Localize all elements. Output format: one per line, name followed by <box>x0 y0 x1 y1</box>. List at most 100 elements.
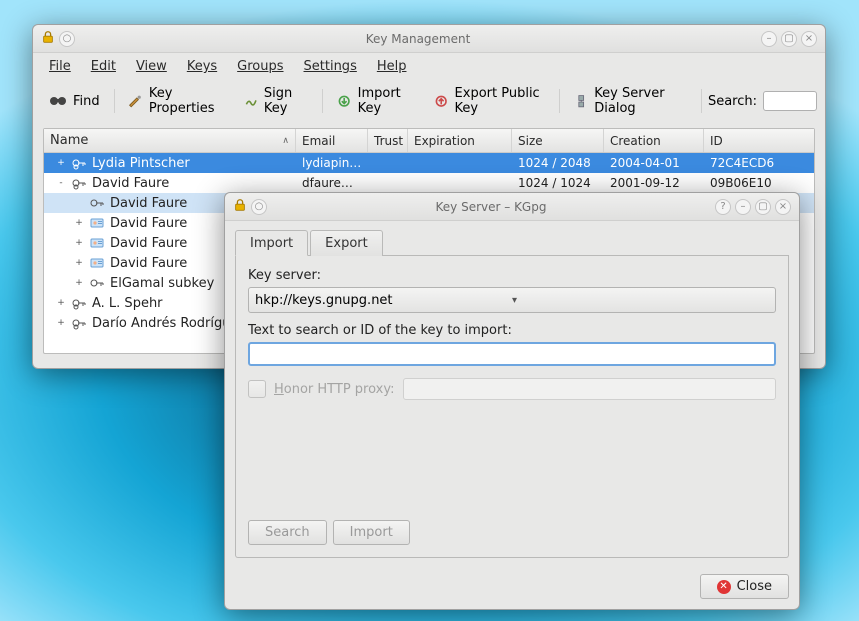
menu-groups[interactable]: Groups <box>227 55 293 78</box>
key-server-combo[interactable]: hkp://keys.gnupg.net ▾ <box>248 287 776 313</box>
expander-icon[interactable]: + <box>56 158 66 168</box>
export-icon <box>434 92 448 110</box>
close-button[interactable]: × <box>775 199 791 215</box>
help-button[interactable]: ? <box>715 199 731 215</box>
sort-asc-icon: ∧ <box>282 136 289 146</box>
expander-icon[interactable]: - <box>56 178 66 188</box>
row-name: David Faure <box>110 256 187 271</box>
toolbar: Find Key Properties Sign Key Import Key … <box>33 78 825 126</box>
server-icon <box>574 92 588 110</box>
honor-proxy-checkbox[interactable] <box>248 380 266 398</box>
key-icon <box>70 315 88 331</box>
row-size: 1024 / 2048 <box>512 156 604 170</box>
search-button[interactable]: Search <box>248 520 327 545</box>
search-text-label: Text to search or ID of the key to impor… <box>248 323 776 338</box>
minimize-button[interactable]: – <box>761 31 777 47</box>
minimize-button[interactable]: – <box>735 199 751 215</box>
proxy-input <box>403 378 777 400</box>
key-server-value: hkp://keys.gnupg.net <box>255 293 512 308</box>
key-icon <box>70 295 88 311</box>
row-name: David Faure <box>92 176 169 191</box>
row-name: David Faure <box>110 236 187 251</box>
sticky-button[interactable]: ○ <box>59 31 75 47</box>
menu-help[interactable]: Help <box>367 55 417 78</box>
row-email: lydiapint… <box>296 156 368 170</box>
pen-key-icon <box>128 92 142 110</box>
key-server-label: Key server: <box>248 268 776 283</box>
expander-icon[interactable]: + <box>74 278 84 288</box>
key-icon <box>70 175 88 191</box>
menu-file[interactable]: File <box>39 55 81 78</box>
signature-icon <box>244 92 258 110</box>
expander-icon[interactable]: + <box>74 238 84 248</box>
tab-page-import: Key server: hkp://keys.gnupg.net ▾ Text … <box>235 256 789 558</box>
honor-proxy-label: Honor HTTP proxy: <box>274 382 395 397</box>
key-icon <box>88 255 106 271</box>
tree-header: Name∧ Email Trust Expiration Size Creati… <box>44 129 814 153</box>
menu-settings[interactable]: Settings <box>294 55 367 78</box>
expander-icon[interactable]: + <box>74 258 84 268</box>
expander-icon[interactable]: + <box>74 218 84 228</box>
row-creation: 2001-09-12 <box>604 176 704 190</box>
maximize-button[interactable]: ▢ <box>755 199 771 215</box>
maximize-button[interactable]: ▢ <box>781 31 797 47</box>
row-name: David Faure <box>110 216 187 231</box>
honor-proxy-row: Honor HTTP proxy: <box>248 378 776 400</box>
row-name: David Faure <box>110 196 187 211</box>
row-name: ElGamal subkey <box>110 276 214 291</box>
row-name: A. L. Spehr <box>92 296 163 311</box>
key-icon <box>88 195 106 211</box>
key-icon <box>88 235 106 251</box>
tab-export[interactable]: Export <box>310 230 383 256</box>
lock-icon <box>233 198 247 216</box>
column-name[interactable]: Name∧ <box>44 129 296 152</box>
key-icon <box>88 215 106 231</box>
toolbar-separator <box>114 89 115 113</box>
search-label: Search: <box>708 94 757 109</box>
row-size: 1024 / 1024 <box>512 176 604 190</box>
key-properties-button[interactable]: Key Properties <box>120 82 231 120</box>
menubar: File Edit View Keys Groups Settings Help <box>33 53 825 78</box>
close-icon: ✕ <box>717 580 731 594</box>
dialog-title: Key Server – KGpg <box>267 200 715 214</box>
column-creation[interactable]: Creation <box>604 129 704 152</box>
window-title: Key Management <box>75 32 761 46</box>
expander-icon[interactable]: + <box>56 298 66 308</box>
sign-key-button[interactable]: Sign Key <box>236 82 317 120</box>
key-server-dialog-button[interactable]: Key Server Dialog <box>566 82 695 120</box>
key-icon <box>70 155 88 171</box>
row-email: dfaure@… <box>296 176 368 190</box>
row-id: 72C4ECD6 <box>704 156 814 170</box>
import-key-button[interactable]: Import Key <box>329 82 422 120</box>
expander-icon[interactable]: + <box>56 318 66 328</box>
column-email[interactable]: Email <box>296 129 368 152</box>
table-row[interactable]: +Lydia Pintscherlydiapint…1024 / 2048200… <box>44 153 814 173</box>
menu-view[interactable]: View <box>126 55 177 78</box>
search-input[interactable] <box>763 91 817 111</box>
search-text-input[interactable] <box>248 342 776 366</box>
row-id: 09B06E10 <box>704 176 814 190</box>
tab-import[interactable]: Import <box>235 230 308 256</box>
close-dialog-button[interactable]: ✕ Close <box>700 574 789 599</box>
export-key-button[interactable]: Export Public Key <box>426 82 553 120</box>
column-expiration[interactable]: Expiration <box>408 129 512 152</box>
column-size[interactable]: Size <box>512 129 604 152</box>
column-id[interactable]: ID <box>704 129 814 152</box>
column-trust[interactable]: Trust <box>368 129 408 152</box>
menu-edit[interactable]: Edit <box>81 55 126 78</box>
lock-icon <box>41 30 55 48</box>
close-button[interactable]: × <box>801 31 817 47</box>
row-creation: 2004-04-01 <box>604 156 704 170</box>
dialog-body: Import Export Key server: hkp://keys.gnu… <box>225 221 799 566</box>
key-icon <box>88 275 106 291</box>
tab-row: Import Export <box>235 229 789 256</box>
sticky-button[interactable]: ○ <box>251 199 267 215</box>
chevron-down-icon: ▾ <box>512 295 769 306</box>
import-button[interactable]: Import <box>333 520 410 545</box>
toolbar-separator <box>701 89 702 113</box>
main-titlebar: ○ Key Management – ▢ × <box>33 25 825 53</box>
table-row[interactable]: - David Faure dfaure@… 1024 / 10242001-09-1… <box>44 173 814 193</box>
key-server-dialog: ○ Key Server – KGpg ? – ▢ × Import Expor… <box>224 192 800 610</box>
menu-keys[interactable]: Keys <box>177 55 227 78</box>
find-button[interactable]: Find <box>41 88 108 114</box>
